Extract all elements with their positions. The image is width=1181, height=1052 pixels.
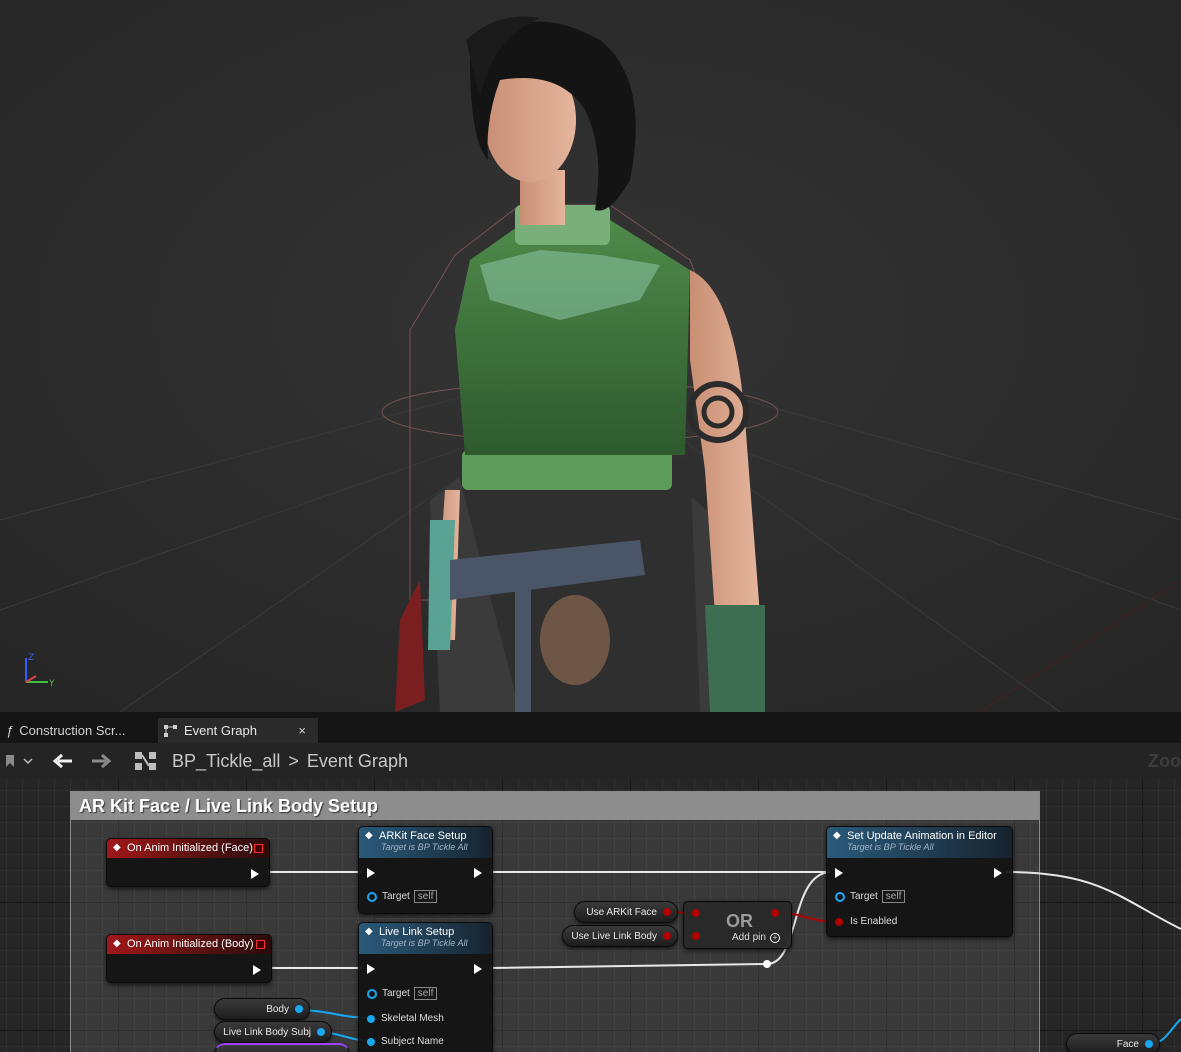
delegate-pin[interactable] <box>256 940 265 949</box>
breadcrumb-separator: > <box>288 750 299 771</box>
target-pin[interactable]: Target self <box>367 890 438 903</box>
back-button[interactable] <box>52 743 74 779</box>
graph-icon <box>135 752 156 770</box>
graph-toolbar: BP_Tickle_all > Event Graph Zoo <box>0 743 1181 779</box>
exec-in-pin[interactable] <box>367 964 375 974</box>
forward-button[interactable] <box>90 743 112 779</box>
svg-text:Y: Y <box>48 679 55 689</box>
viewport-scene <box>0 0 1181 712</box>
exec-out-pin[interactable] <box>474 868 482 878</box>
exec-out-pin[interactable] <box>251 869 259 879</box>
use-arkit-face-getter[interactable]: Use ARKit Face <box>574 901 678 923</box>
function-icon: ◆ <box>833 830 841 841</box>
or-node-title: OR <box>726 911 753 931</box>
event-node-body[interactable]: ◆ On Anim Initialized (Body) <box>106 934 272 983</box>
bookmark-icon <box>6 755 33 767</box>
exec-out-pin[interactable] <box>253 965 261 975</box>
use-live-link-body-getter[interactable]: Use Live Link Body <box>562 925 678 947</box>
target-pin[interactable]: Target self <box>367 987 438 1000</box>
self-value[interactable]: self <box>413 987 438 1000</box>
name-pin[interactable] <box>317 1028 325 1036</box>
function-icon: ◆ <box>365 926 373 937</box>
exec-out-pin[interactable] <box>994 868 1002 878</box>
skeletal-mesh-pin[interactable]: Skeletal Mesh <box>367 1013 444 1024</box>
function-icon: ƒ <box>6 723 14 738</box>
object-pin[interactable] <box>295 1005 303 1013</box>
exec-in-pin[interactable] <box>367 868 375 878</box>
event-node-face[interactable]: ◆ On Anim Initialized (Face) <box>106 838 270 887</box>
arrow-left-icon <box>52 753 72 769</box>
tab-label: Construction Scr... <box>19 723 126 738</box>
bool-pin[interactable] <box>663 908 671 916</box>
node-title: On Anim Initialized (Body) <box>127 938 254 950</box>
live-link-body-subj-getter[interactable]: Live Link Body Subj <box>214 1021 332 1043</box>
variable-getter-partial[interactable] <box>214 1043 350 1052</box>
breadcrumb-root[interactable]: BP_Tickle_all <box>172 751 280 772</box>
exec-out-pin[interactable] <box>474 964 482 974</box>
live-link-setup-node[interactable]: ◆ Live Link Setup Target is BP Tickle Al… <box>358 922 493 1052</box>
face-getter[interactable]: Face <box>1066 1033 1160 1052</box>
add-icon: + <box>769 932 780 943</box>
set-update-animation-node[interactable]: ◆ Set Update Animation in Editor Target … <box>826 826 1013 937</box>
graph-overview-button[interactable] <box>134 743 158 779</box>
or-node[interactable]: OR Add pin + <box>683 901 792 949</box>
node-subtitle: Target is BP Tickle All <box>381 938 468 948</box>
close-icon[interactable]: × <box>298 723 306 738</box>
is-enabled-pin[interactable]: Is Enabled <box>835 916 897 927</box>
arrow-right-icon <box>92 753 112 769</box>
function-icon: ◆ <box>365 830 373 841</box>
node-title: On Anim Initialized (Face) <box>127 842 253 854</box>
tab-construction-script[interactable]: ƒ Construction Scr... <box>0 718 150 743</box>
event-graph-canvas[interactable]: AR Kit Face / Live Link Body Setup ◆ On … <box>0 779 1181 1052</box>
breadcrumb-current: Event Graph <box>306 750 408 771</box>
delegate-pin[interactable] <box>254 844 263 853</box>
editor-tab-bar: ƒ Construction Scr... Event Graph × <box>0 712 1181 743</box>
object-pin[interactable] <box>1145 1040 1153 1048</box>
svg-text:Z: Z <box>28 653 34 663</box>
event-icon: ◆ <box>113 938 121 949</box>
self-value[interactable]: self <box>413 890 438 903</box>
subject-name-pin[interactable]: Subject Name <box>367 1036 444 1047</box>
zoom-label: Zoo <box>1148 751 1181 771</box>
viewport[interactable]: Z Y <box>0 0 1181 712</box>
bool-pin[interactable] <box>663 932 671 940</box>
graph-icon <box>164 724 177 737</box>
node-subtitle: Target is BP Tickle All <box>381 842 468 852</box>
axis-gizmo-icon: Z Y <box>25 653 55 689</box>
body-getter[interactable]: Body <box>214 998 310 1020</box>
self-value[interactable]: self <box>881 890 906 903</box>
exec-in-pin[interactable] <box>835 868 843 878</box>
node-title: Set Update Animation in Editor <box>847 830 997 842</box>
bookmark-dropdown[interactable] <box>4 743 38 779</box>
node-title: ARKit Face Setup <box>379 830 467 842</box>
tab-event-graph[interactable]: Event Graph × <box>158 718 318 743</box>
node-title: Live Link Setup <box>379 926 455 938</box>
event-icon: ◆ <box>113 842 121 853</box>
target-pin[interactable]: Target self <box>835 890 906 903</box>
node-subtitle: Target is BP Tickle All <box>847 842 934 852</box>
tab-label: Event Graph <box>184 723 257 738</box>
arkit-face-setup-node[interactable]: ◆ ARKit Face Setup Target is BP Tickle A… <box>358 826 493 914</box>
add-pin-button[interactable]: Add pin + <box>732 932 780 943</box>
